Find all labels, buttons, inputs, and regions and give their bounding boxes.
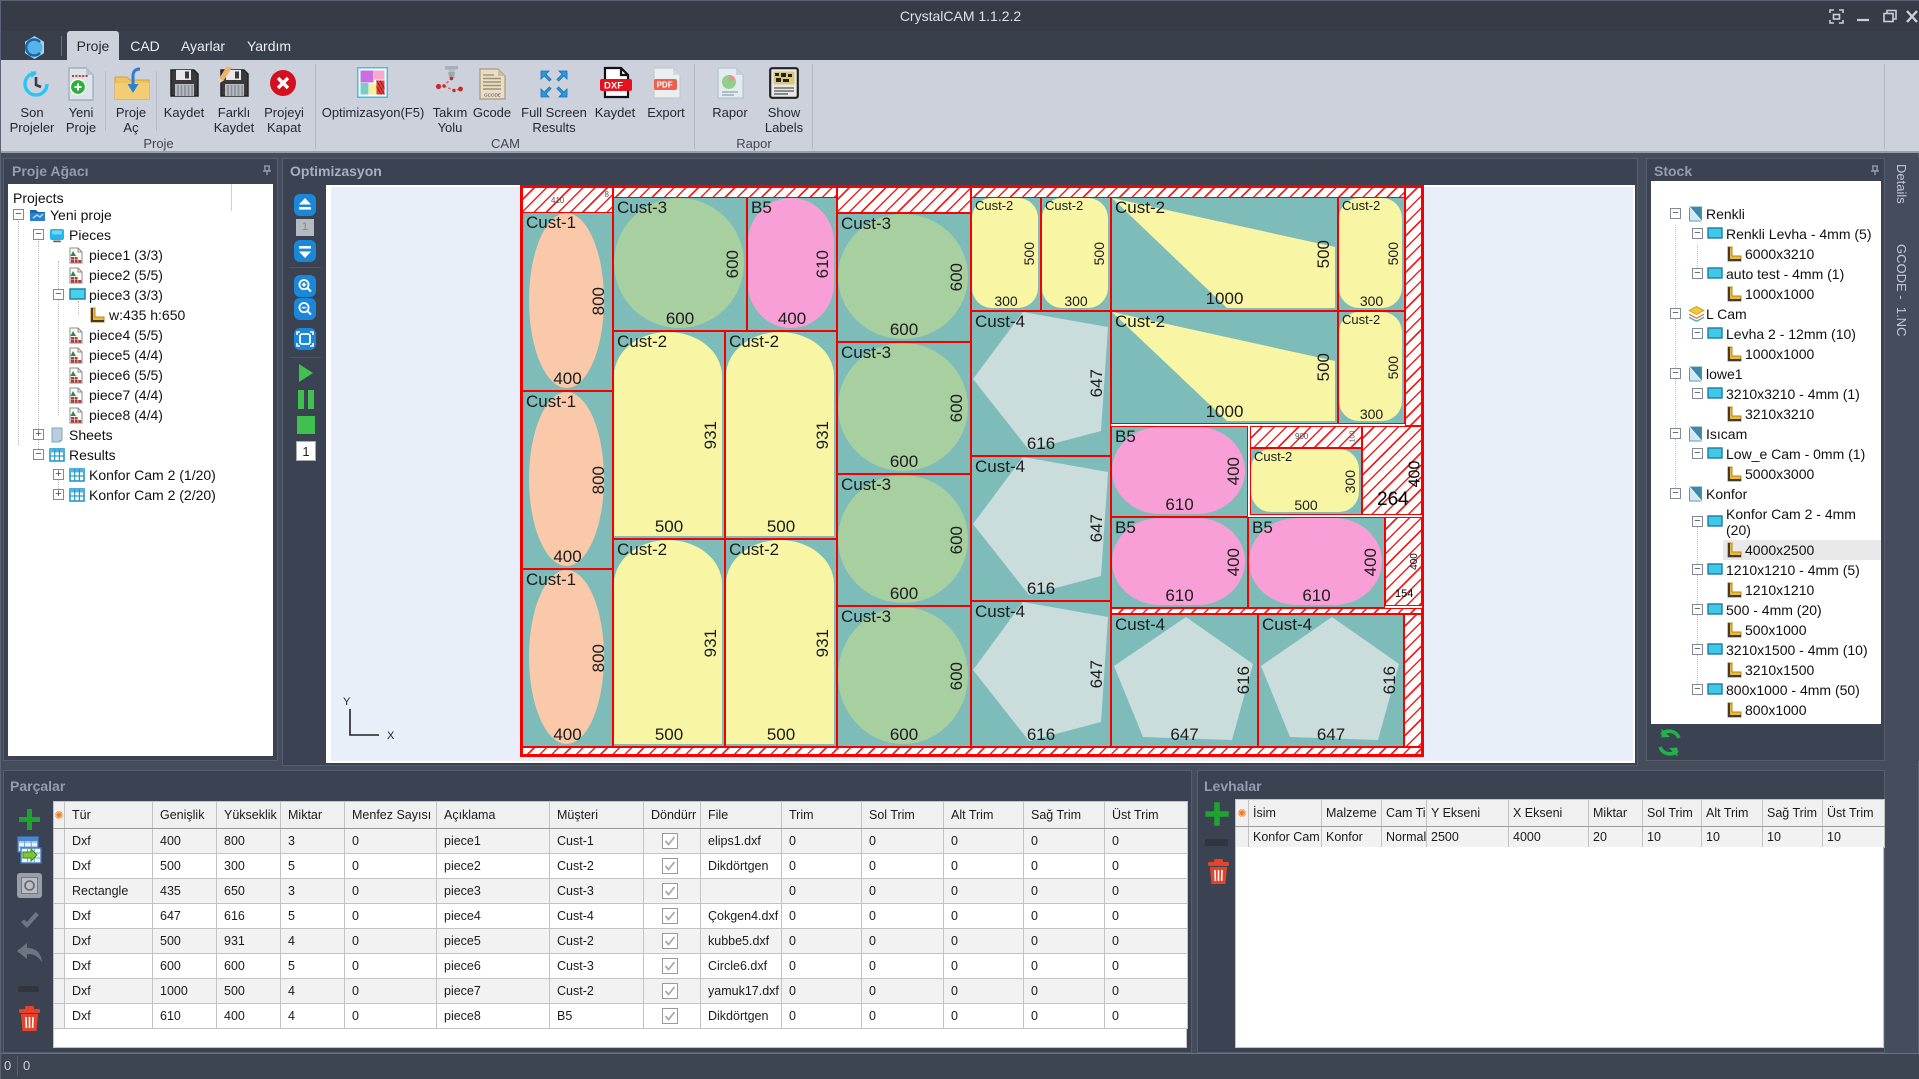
svg-text:DXF: DXF: [604, 81, 623, 92]
svg-text:X: X: [387, 730, 395, 742]
svg-text:PDF: PDF: [657, 81, 673, 90]
svg-text:GCODE: GCODE: [484, 93, 502, 98]
svg-text:Y: Y: [343, 696, 351, 708]
